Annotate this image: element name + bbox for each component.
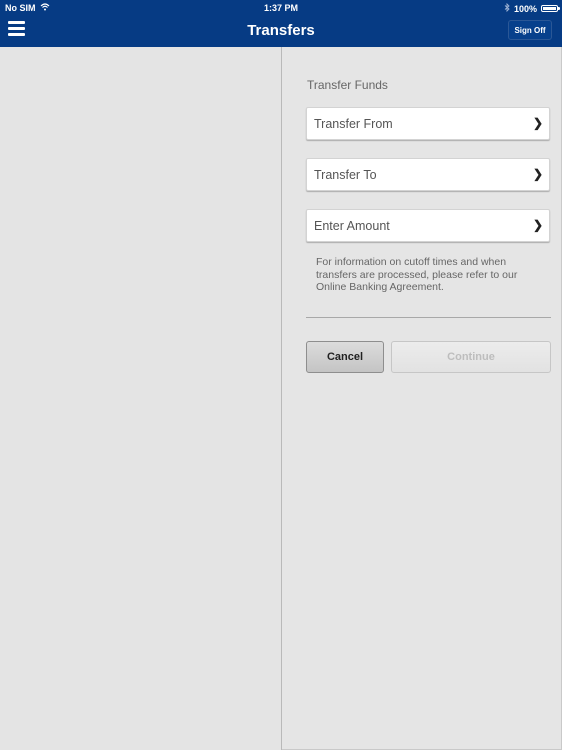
chevron-right-icon: ❯ bbox=[532, 167, 543, 181]
transfer-from-field[interactable]: Transfer From ❯ bbox=[306, 107, 550, 140]
cutoff-info-text: For information on cutoff times and when… bbox=[316, 256, 518, 293]
top-bar: No SIM 1:37 PM 100% Transfers Sign Off bbox=[0, 0, 562, 47]
status-right: 100% bbox=[504, 2, 560, 14]
field-label: Enter Amount bbox=[314, 219, 390, 233]
master-pane bbox=[0, 47, 281, 750]
field-label: Transfer From bbox=[314, 117, 393, 131]
divider-line bbox=[306, 317, 551, 318]
detail-pane: Transfer Funds Transfer From ❯ Transfer … bbox=[282, 47, 562, 750]
page-title: Transfers bbox=[247, 22, 315, 39]
battery-percent: 100% bbox=[513, 3, 537, 14]
battery-icon bbox=[541, 5, 560, 12]
cancel-button[interactable]: Cancel bbox=[306, 341, 384, 373]
enter-amount-field[interactable]: Enter Amount ❯ bbox=[306, 209, 550, 242]
transfer-to-field[interactable]: Transfer To ❯ bbox=[306, 158, 550, 191]
chevron-right-icon: ❯ bbox=[532, 116, 543, 130]
section-title: Transfer Funds bbox=[307, 78, 388, 92]
battery-fill bbox=[543, 7, 556, 10]
bluetooth-icon bbox=[504, 2, 510, 14]
continue-button[interactable]: Continue bbox=[391, 341, 551, 373]
status-time: 1:37 PM bbox=[263, 3, 298, 13]
chevron-right-icon: ❯ bbox=[532, 218, 543, 232]
sign-off-button[interactable]: Sign Off bbox=[508, 20, 552, 40]
field-label: Transfer To bbox=[314, 168, 377, 182]
